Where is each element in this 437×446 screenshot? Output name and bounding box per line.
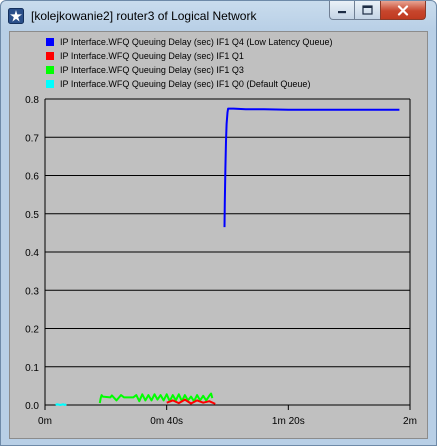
minimize-button[interactable] [329,1,355,20]
close-icon [397,4,409,16]
y-tick-label: 0.3 [25,286,39,297]
legend-label: IP Interface.WFQ Queuing Delay (sec) IF1… [60,79,310,89]
legend-label: IP Interface.WFQ Queuing Delay (sec) IF1… [60,37,332,47]
series-line [55,403,67,406]
y-tick-label: 0.5 [25,210,39,221]
x-tick-label: 0m [38,416,52,427]
maximize-icon [362,5,373,15]
y-tick-label: 0.4 [25,248,39,259]
star-icon[interactable] [8,8,24,24]
legend-swatch [46,38,54,46]
x-tick-label: 2m [403,416,417,427]
chart: IP Interface.WFQ Queuing Delay (sec) IF1… [25,37,417,427]
y-tick-label: 0.6 [25,172,39,183]
legend-swatch [46,66,54,74]
legend-swatch [46,80,54,88]
y-tick-label: 0.8 [25,95,39,106]
minimize-icon [338,11,346,14]
series-line [223,107,400,228]
y-tick-label: 0.1 [25,363,39,374]
y-tick-label: 0.7 [25,133,39,144]
window-title: [kolejkowanie2] router3 of Logical Netwo… [31,9,257,23]
series-line [166,398,216,405]
maximize-button[interactable] [354,1,381,20]
legend-label: IP Interface.WFQ Queuing Delay (sec) IF1… [60,51,244,61]
x-tick-label: 1m 20s [272,416,305,427]
close-button[interactable] [380,1,426,20]
y-tick-label: 0.0 [25,401,39,412]
title-bar[interactable]: [kolejkowanie2] router3 of Logical Netwo… [1,1,436,31]
legend-label: IP Interface.WFQ Queuing Delay (sec) IF1… [60,65,244,75]
x-tick-label: 0m 40s [150,416,183,427]
legend-swatch [46,52,54,60]
y-tick-label: 0.2 [25,325,39,336]
